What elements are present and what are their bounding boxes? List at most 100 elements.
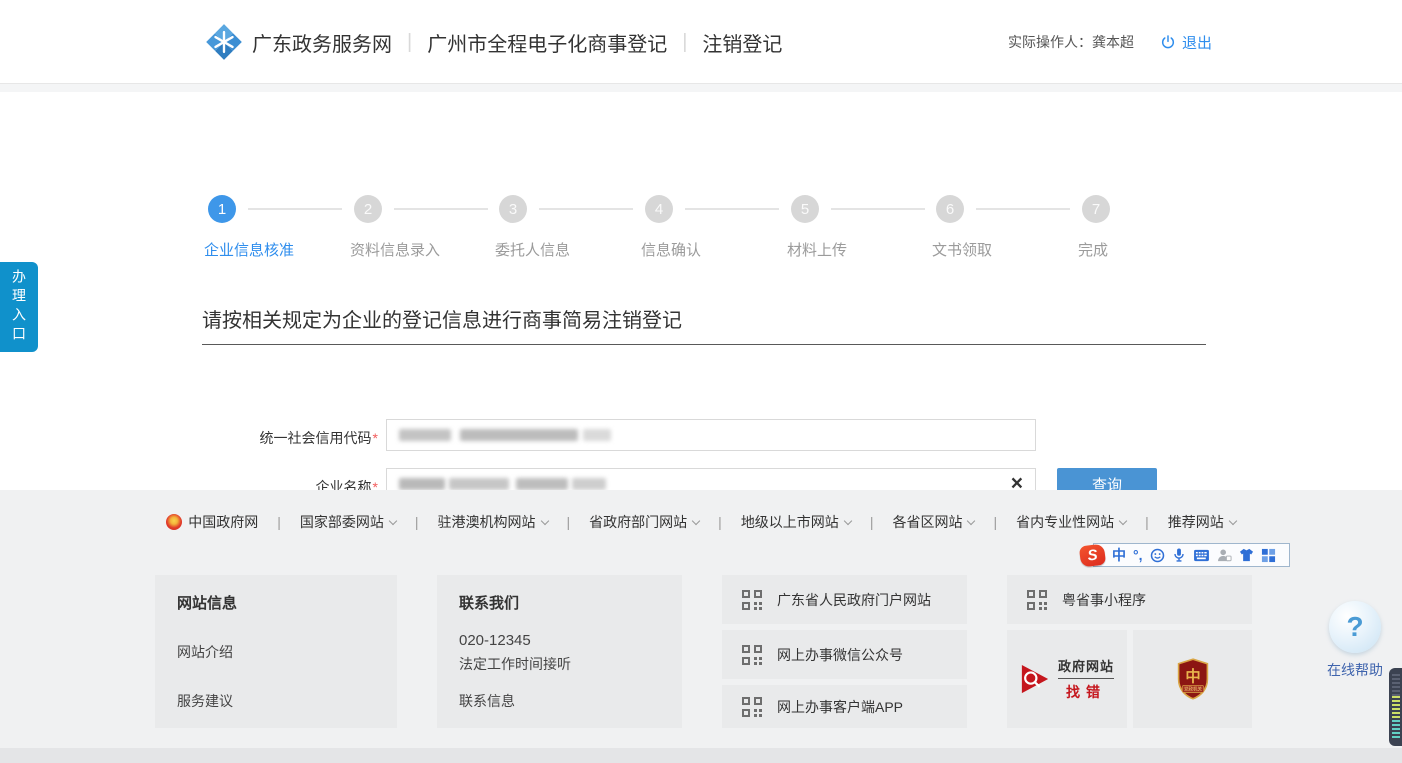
redacted-value (572, 478, 606, 490)
site-info-box: 网站信息 网站介绍 服务建议 (155, 575, 397, 728)
logout-button[interactable]: 退出 (1160, 32, 1212, 53)
header: 广东政务服务网 | 广州市全程电子化商事登记 | 注销登记 实际操作人：龚本超 … (0, 0, 1402, 84)
page: 广东政务服务网 | 广州市全程电子化商事登记 | 注销登记 实际操作人：龚本超 … (0, 0, 1402, 763)
step-number: 7 (1082, 195, 1110, 223)
site-intro-link[interactable]: 网站介绍 (177, 642, 375, 662)
step-connector (685, 208, 779, 210)
contact-info-link[interactable]: 联系信息 (459, 691, 660, 711)
online-help-icon[interactable]: ? (1329, 601, 1381, 653)
ime-punctuation-icon[interactable]: °, (1133, 548, 1143, 562)
chevron-down-icon (540, 516, 548, 524)
app-title: 广州市全程电子化商事登记 (427, 28, 667, 57)
step-connector (976, 208, 1070, 210)
ime-account-icon[interactable] (1217, 548, 1232, 563)
qr-client-app[interactable]: 网上办事客户端APP (722, 685, 967, 728)
gdzwfw-logo-icon (206, 24, 242, 60)
link-separator: | (870, 514, 874, 530)
redacted-value (516, 478, 568, 490)
power-icon (1160, 34, 1176, 50)
ime-voice-icon[interactable] (1172, 547, 1186, 563)
audio-level-widget[interactable] (1389, 668, 1402, 746)
party-gov-badge[interactable]: 中 党政机关 (1133, 630, 1252, 728)
divider (202, 344, 1206, 345)
step-5: 5 材料上传 (791, 195, 937, 223)
svg-text:党政机关: 党政机关 (1184, 686, 1202, 693)
step-number: 1 (208, 195, 236, 223)
contact-phone: 020-12345 法定工作时间接听 (459, 629, 660, 675)
site-info-title: 网站信息 (177, 592, 375, 613)
step-label: 材料上传 (787, 239, 847, 260)
page-title: 注销登记 (702, 28, 782, 57)
footer-link-gov-cn[interactable]: 中国政府网 (166, 512, 258, 532)
link-separator: | (277, 514, 281, 530)
chevron-down-icon (1119, 516, 1127, 524)
link-separator: | (567, 514, 571, 530)
qr-wechat-account[interactable]: 网上办事微信公众号 (722, 630, 967, 679)
step-number: 3 (499, 195, 527, 223)
online-help-label[interactable]: 在线帮助 (1325, 660, 1385, 680)
step-2: 2 资料信息录入 (354, 195, 500, 223)
service-suggestion-link[interactable]: 服务建议 (177, 691, 375, 711)
step-label: 文书领取 (932, 239, 992, 260)
logout-label: 退出 (1182, 32, 1212, 53)
chevron-down-icon (389, 516, 397, 524)
bottom-strip (0, 748, 1402, 763)
required-mark: * (373, 430, 378, 446)
meter-segment (1392, 674, 1400, 696)
step-number: 5 (791, 195, 819, 223)
operator-name: 实际操作人：龚本超 (1008, 32, 1134, 52)
qr-code-icon (740, 643, 764, 667)
step-number: 6 (936, 195, 964, 223)
footer-link-hkmo[interactable]: 驻港澳机构网站 (438, 512, 548, 532)
qr-code-icon (740, 695, 764, 719)
contact-box: 联系我们 020-12345 法定工作时间接听 联系信息 (437, 575, 682, 728)
step-connector (248, 208, 342, 210)
chevron-down-icon (692, 516, 700, 524)
step-label: 企业信息核准 (204, 239, 294, 260)
ime-keyboard-icon[interactable] (1193, 549, 1210, 562)
sogou-logo-icon[interactable]: S (1079, 543, 1106, 567)
footer-link-cities[interactable]: 地级以上市网站 (741, 512, 851, 532)
link-separator: | (1145, 514, 1149, 530)
main-content: 1 企业信息核准 2 资料信息录入 3 委托人信息 4 信息确认 5 (0, 92, 1402, 490)
step-number: 4 (645, 195, 673, 223)
ime-toolbar: S 中 °, (1093, 543, 1290, 567)
error-report-text: 政府网站 找错 (1058, 656, 1114, 702)
ime-toolbox-icon[interactable] (1261, 548, 1276, 563)
header-right: 实际操作人：龚本超 退出 (1008, 0, 1212, 84)
step-4: 4 信息确认 (645, 195, 791, 223)
chevron-down-icon (1228, 516, 1236, 524)
footer-link-recommended[interactable]: 推荐网站 (1168, 512, 1236, 532)
qr-code-icon (740, 588, 764, 612)
ime-lang-toggle-icon[interactable]: 中 (1112, 548, 1126, 562)
ime-skin-icon[interactable] (1239, 548, 1254, 562)
step-connector (539, 208, 633, 210)
qr-gov-portal[interactable]: 广东省人民政府门户网站 (722, 575, 967, 624)
qr-mini-program[interactable]: 粤省事小程序 (1007, 575, 1252, 624)
contact-title: 联系我们 (459, 592, 660, 613)
footer-link-provincial-depts[interactable]: 省政府部门网站 (589, 512, 699, 532)
step-label: 资料信息录入 (350, 239, 440, 260)
question-mark-icon: ? (1346, 611, 1363, 643)
step-1: 1 企业信息核准 (208, 195, 354, 223)
error-report-link[interactable]: 政府网站 找错 (1007, 630, 1127, 728)
site-title: 广东政务服务网 (252, 28, 392, 57)
footer-link-ministries[interactable]: 国家部委网站 (300, 512, 396, 532)
step-number: 2 (354, 195, 382, 223)
svg-text:中: 中 (1185, 668, 1200, 686)
title-separator: | (407, 31, 412, 54)
meter-segment (1392, 720, 1400, 740)
credit-code-input[interactable] (386, 419, 1036, 451)
credit-code-label: 统一社会信用代码* (8, 428, 378, 448)
step-label: 完成 (1078, 239, 1108, 260)
footer-link-specialized[interactable]: 省内专业性网站 (1016, 512, 1126, 532)
ime-emoji-icon[interactable] (1150, 548, 1165, 563)
instruction-text: 请按相关规定为企业的登记信息进行商事简易注销登记 (202, 304, 682, 333)
step-connector (831, 208, 925, 210)
redacted-value (449, 478, 509, 490)
link-separator: | (415, 514, 419, 530)
entry-portal-tab[interactable]: 办理入口 (0, 262, 38, 352)
shield-badge-icon: 中 党政机关 (1175, 657, 1211, 701)
header-titles: 广东政务服务网 | 广州市全程电子化商事登记 | 注销登记 (252, 0, 782, 84)
footer-link-provinces[interactable]: 各省区网站 (892, 512, 974, 532)
